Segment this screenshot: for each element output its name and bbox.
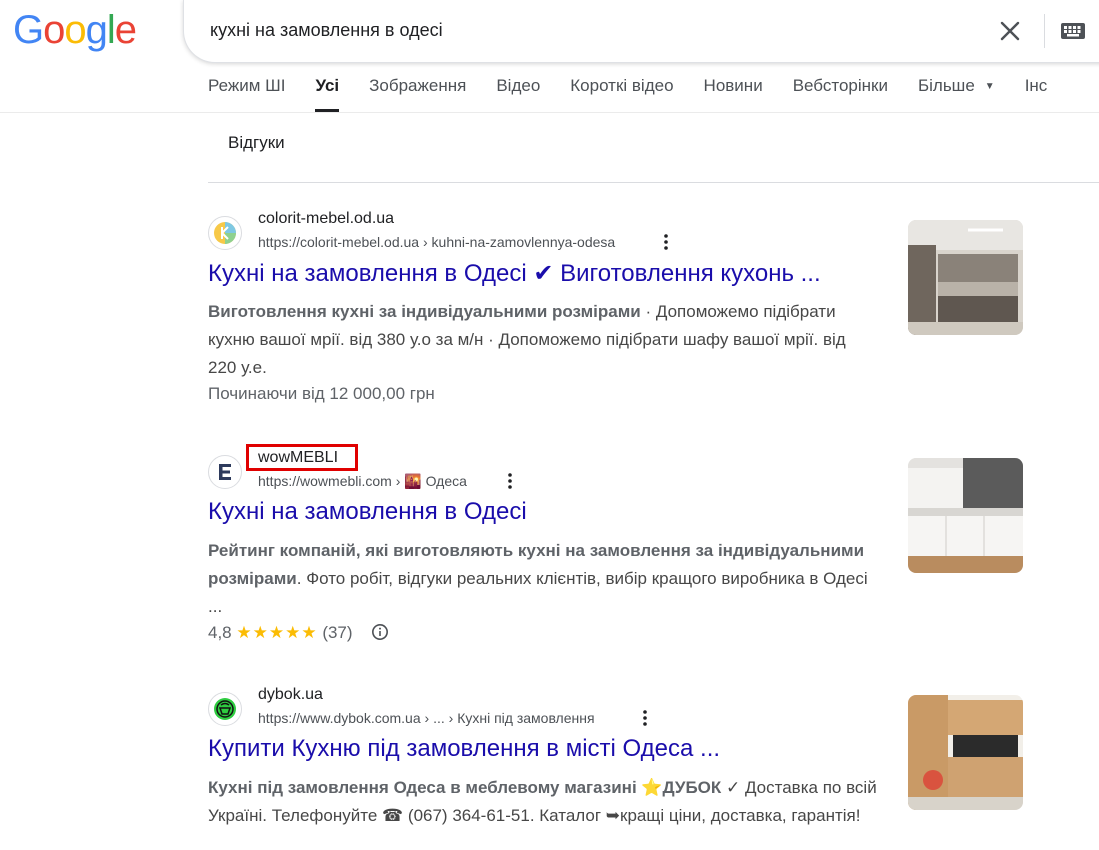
logo-letter: g — [85, 8, 108, 52]
logo-letter: e — [114, 8, 137, 52]
result-menu-button[interactable] — [502, 471, 518, 491]
more-vert-icon — [664, 234, 668, 250]
dybok-logo-icon — [214, 698, 236, 720]
rating-stars: ★★★★★ — [236, 623, 318, 642]
url-host: https://wowmebli.com — [258, 473, 392, 489]
url-path: › 🌇 Одеса — [391, 473, 467, 489]
kitchen-image — [908, 220, 1023, 335]
site-favicon[interactable] — [208, 455, 242, 489]
result-snippet: Рейтинг компаній, які виготовляють кухні… — [208, 537, 878, 621]
site-name[interactable]: wowMEBLI — [258, 449, 338, 467]
tab-label: Вебсторінки — [792, 76, 888, 95]
tab-news[interactable]: Новини — [704, 74, 763, 112]
result-menu-button[interactable] — [658, 232, 674, 252]
chip-label: Відгуки — [228, 133, 285, 152]
colorit-logo-icon — [214, 222, 236, 244]
tab-label: Зображення — [369, 76, 467, 95]
info-icon-glyph — [372, 624, 389, 640]
url-path: › kuhni-na-zamovlennya-odesa — [419, 234, 616, 250]
tab-tools[interactable]: Інс — [1025, 74, 1048, 112]
logo-letter: G — [13, 8, 44, 52]
url-host: https://www.dybok.com.ua — [258, 710, 421, 726]
result-title-link[interactable]: Купити Кухню під замовлення в місті Одес… — [208, 735, 720, 763]
search-divider — [1044, 14, 1045, 48]
tabs-divider — [0, 112, 1099, 113]
site-favicon[interactable] — [208, 216, 242, 250]
tab-label: Більше — [917, 76, 975, 95]
site-url[interactable]: https://colorit-mebel.od.ua › kuhni-na-z… — [258, 234, 615, 250]
url-path: › ... › Кухні під замовлення — [420, 710, 595, 726]
tab-all[interactable]: Усі — [315, 74, 339, 112]
tab-more[interactable]: Більше ▼ — [918, 74, 995, 112]
site-favicon[interactable] — [208, 692, 242, 726]
snippet-text: . Фото робіт, відгуки реальних клієнтів,… — [208, 569, 868, 616]
url-host: https://colorit-mebel.od.ua — [258, 234, 420, 250]
price-info: Починаючи від 12 000,00 грн — [208, 384, 435, 403]
site-name[interactable]: colorit-mebel.od.ua — [258, 210, 394, 228]
more-vert-icon — [508, 473, 512, 489]
result-title-link[interactable]: Кухні на замовлення в Одесі — [208, 498, 527, 526]
tab-ai-mode[interactable]: Режим ШІ — [208, 74, 285, 112]
tab-label: Інс — [1024, 76, 1048, 95]
result-thumbnail[interactable] — [908, 695, 1023, 810]
rating-value: 4,8 — [208, 623, 232, 642]
site-url[interactable]: https://wowmebli.com › 🌇 Одеса — [258, 473, 467, 490]
site-url[interactable]: https://www.dybok.com.ua › ... › Кухні п… — [258, 710, 595, 726]
snippet-bold: Виготовлення кухні за індивідуальними ро… — [208, 302, 641, 321]
search-input[interactable]: кухні на замовлення в одесі — [210, 20, 443, 41]
rating-row: 4,8 ★★★★★ (37) — [208, 623, 389, 646]
keyboard-button[interactable] — [1060, 19, 1086, 43]
snippet-bold: Кухні під замовлення Одеса в меблевому м… — [208, 778, 722, 797]
chips-divider — [208, 182, 1099, 183]
search-tabs: Режим ШІ Усі Зображення Відео Короткі ві… — [208, 74, 1077, 112]
keyboard-icon — [1061, 23, 1085, 39]
result-thumbnail[interactable] — [908, 458, 1023, 573]
google-logo[interactable]: Google — [13, 8, 137, 52]
result-thumbnail[interactable] — [908, 220, 1023, 335]
tab-label: Новини — [703, 76, 763, 95]
kitchen-image — [908, 695, 1023, 810]
more-vert-icon — [643, 710, 647, 726]
logo-letter: o — [43, 8, 65, 52]
tab-label: Усі — [315, 76, 340, 95]
site-name[interactable]: dybok.ua — [258, 686, 323, 704]
tab-short-videos[interactable]: Короткі відео — [570, 74, 673, 112]
result-snippet: Виготовлення кухні за індивідуальними ро… — [208, 298, 878, 382]
result-snippet: Кухні під замовлення Одеса в меблевому м… — [208, 774, 878, 830]
close-icon — [1000, 21, 1020, 41]
logo-letter: l — [106, 8, 116, 52]
chip-reviews[interactable]: Відгуки — [228, 133, 285, 153]
logo-letter: o — [64, 8, 86, 52]
caret-down-icon: ▼ — [984, 80, 995, 92]
kitchen-image — [908, 458, 1023, 573]
search-box[interactable]: кухні на замовлення в одесі — [183, 0, 1099, 63]
tab-web[interactable]: Вебсторінки — [793, 74, 888, 112]
tab-label: Відео — [496, 76, 541, 95]
tab-label: Короткі відео — [570, 76, 674, 95]
result-title-link[interactable]: Кухні на замовлення в Одесі ✔ Виготовлен… — [208, 259, 821, 288]
clear-search-button[interactable] — [996, 17, 1024, 45]
tab-images[interactable]: Зображення — [369, 74, 466, 112]
tab-label: Режим ШІ — [208, 76, 286, 95]
wowmebli-logo-icon — [219, 464, 231, 480]
info-icon[interactable] — [371, 623, 389, 646]
result-menu-button[interactable] — [637, 708, 653, 728]
rating-count: (37) — [322, 623, 353, 642]
tab-videos[interactable]: Відео — [496, 74, 540, 112]
